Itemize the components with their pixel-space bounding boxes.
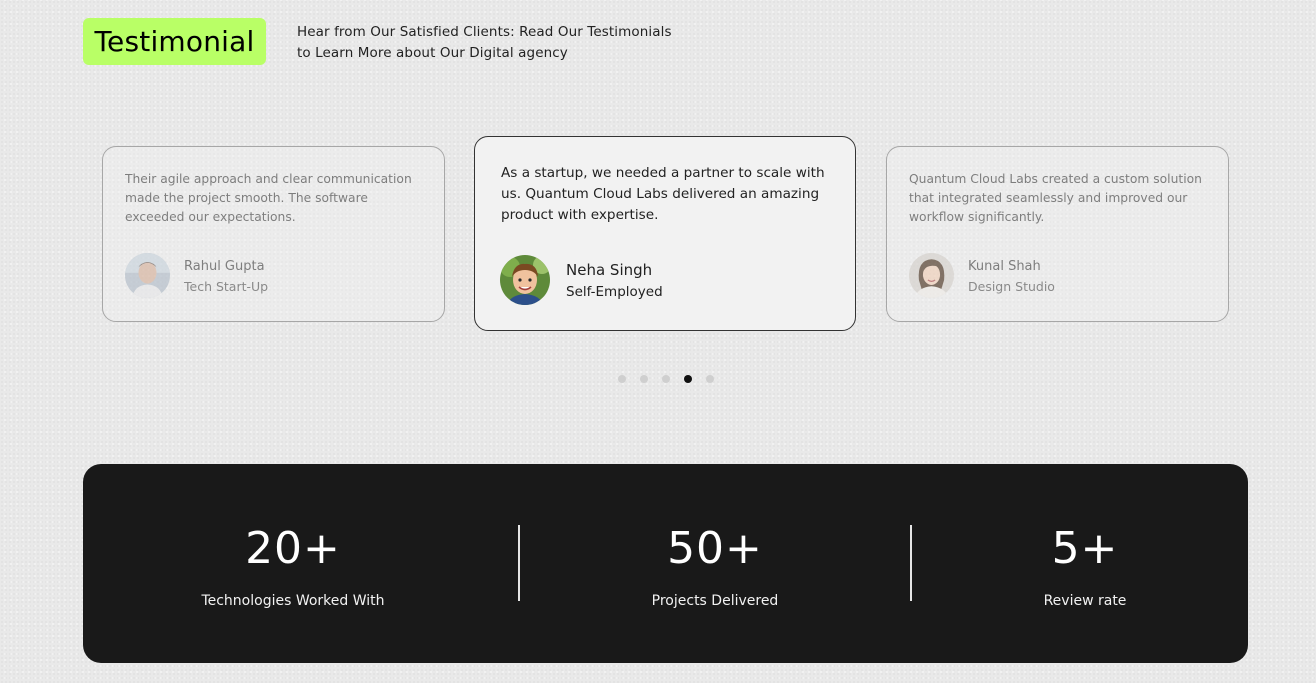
person-name: Kunal Shah [968, 259, 1041, 274]
section-subtitle: Hear from Our Satisfied Clients: Read Ou… [297, 22, 717, 64]
carousel-pagination [618, 375, 714, 383]
carousel-dot-1[interactable] [618, 375, 626, 383]
stat-reviews: 5+ Review rate [905, 464, 1265, 663]
stat-label: Technologies Worked With [201, 593, 385, 609]
stat-projects: 50+ Projects Delivered [535, 464, 895, 663]
testimonial-card[interactable]: Quantum Cloud Labs created a custom solu… [886, 146, 1229, 322]
stats-panel: 20+ Technologies Worked With 50+ Project… [83, 464, 1248, 663]
stat-technologies: 20+ Technologies Worked With [113, 464, 473, 663]
person-name: Neha Singh [566, 261, 653, 279]
subtitle-line: to Learn More about Our Digital agency [297, 45, 568, 61]
carousel-dot-2[interactable] [640, 375, 648, 383]
testimonial-quote: Quantum Cloud Labs created a custom solu… [909, 172, 1202, 224]
boy-portrait-avatar-icon [500, 255, 550, 305]
testimonial-card[interactable]: Their agile approach and clear communica… [102, 146, 445, 322]
stat-label: Projects Delivered [651, 593, 779, 609]
testimonial-card-active[interactable]: As a startup, we needed a partner to sca… [474, 136, 856, 331]
woman-portrait-avatar-icon [909, 253, 954, 298]
carousel-dot-5[interactable] [706, 375, 714, 383]
avatar [909, 253, 954, 298]
testimonial-quote: Their agile approach and clear communica… [125, 172, 412, 224]
stat-value: 5+ [1051, 523, 1119, 574]
subtitle-line: Hear from Our Satisfied Clients: Read Ou… [297, 24, 672, 40]
person-name: Rahul Gupta [184, 259, 265, 274]
avatar [500, 255, 550, 305]
carousel-dot-4[interactable] [684, 375, 692, 383]
person-role: Design Studio [968, 279, 1055, 294]
testimonial-quote: As a startup, we needed a partner to sca… [501, 165, 825, 223]
divider [518, 525, 520, 601]
section-title: Testimonial [83, 18, 266, 65]
avatar [125, 253, 170, 298]
person-role: Self-Employed [566, 284, 663, 300]
stat-value: 20+ [245, 523, 341, 574]
carousel-dot-3[interactable] [662, 375, 670, 383]
stat-label: Review rate [1043, 593, 1127, 609]
man-portrait-avatar-icon [125, 253, 170, 298]
person-role: Tech Start-Up [184, 279, 269, 294]
stat-value: 50+ [667, 523, 763, 574]
